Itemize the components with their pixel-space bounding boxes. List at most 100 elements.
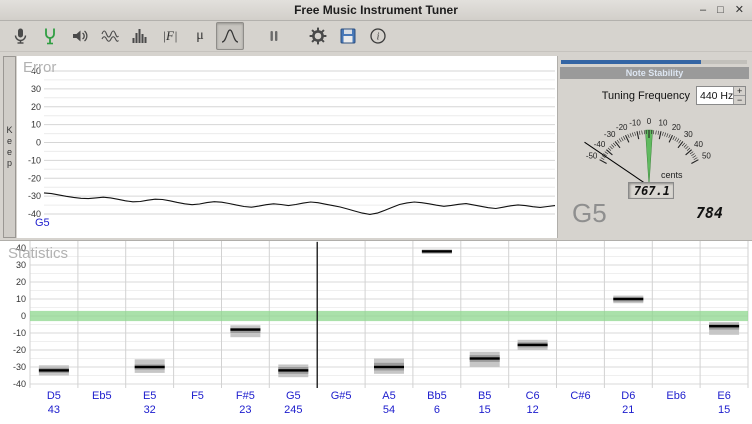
error-current-note: G5: [35, 217, 50, 229]
dial-tick: [605, 152, 608, 154]
y-tick-label: 10: [31, 120, 41, 130]
dial-tick: [600, 160, 607, 164]
dial-tick: [637, 131, 639, 139]
waveform-button[interactable]: [96, 22, 124, 50]
dial-tick: [693, 156, 696, 158]
dial-tick: [658, 131, 659, 135]
y-tick-label: 10: [16, 294, 26, 304]
dial-tick-label: -10: [629, 119, 641, 128]
tuning-frequency-spinbox[interactable]: 440 Hz + −: [696, 86, 746, 105]
y-tick-label: -20: [28, 173, 41, 183]
note-label: Bb5: [427, 390, 447, 402]
speaker-icon: [70, 26, 90, 46]
dial-tick: [610, 146, 613, 149]
window-title: Free Music Instrument Tuner: [0, 3, 752, 17]
dial-tick-label: 40: [694, 140, 703, 149]
keep-button[interactable]: Keep: [3, 56, 16, 238]
note-stability-header: Note Stability: [560, 67, 749, 79]
dial-tick-label: 50: [702, 152, 711, 161]
dial-tick: [669, 134, 671, 138]
note-stability-progress: [561, 60, 747, 64]
note-label: D5: [47, 390, 61, 402]
dial-tick: [662, 132, 663, 136]
y-tick-label: 0: [36, 138, 41, 148]
stat-median-line: [230, 328, 260, 330]
dial-tick-label: 10: [659, 119, 668, 128]
dial-tick: [611, 145, 614, 148]
note-label: E6: [717, 390, 730, 402]
gear-icon: [308, 26, 328, 46]
dial-tick: [615, 141, 620, 147]
mu-icon: μ: [196, 28, 204, 44]
dial-tick-label: -20: [616, 123, 628, 132]
error-plot: 403020100-10-20-30-40ErrorG5: [17, 56, 557, 238]
tuning-frequency-label: Tuning Frequency: [602, 90, 690, 102]
zero-green-band: [30, 311, 748, 321]
y-tick-label: -40: [13, 379, 26, 389]
window-controls: – □ ✕: [700, 0, 744, 20]
tuning-frequency-value[interactable]: 440 Hz: [697, 87, 733, 104]
dial-tick: [694, 158, 698, 160]
microphone-button[interactable]: [6, 22, 34, 50]
note-label: F#5: [236, 390, 255, 402]
stat-median-line: [709, 325, 739, 327]
speaker-button[interactable]: [66, 22, 94, 50]
dial-tick: [673, 136, 675, 140]
y-tick-label: 0: [21, 311, 26, 321]
settings-button[interactable]: [304, 22, 332, 50]
y-tick-label: -20: [13, 345, 26, 355]
bell-curve-button[interactable]: [216, 22, 244, 50]
dial-tick: [617, 140, 619, 143]
harmonics-button[interactable]: [126, 22, 154, 50]
cents-label: cents: [661, 170, 683, 180]
note-label: B5: [478, 390, 491, 402]
keep-button-label: Keep: [5, 125, 15, 169]
dial-tick: [678, 141, 683, 147]
tuning-fork-button[interactable]: [36, 22, 64, 50]
fmit-window: { "window": { "title": "Free Music Instr…: [0, 0, 752, 423]
dial-tick: [601, 158, 605, 160]
stat-median-line: [39, 369, 69, 371]
note-label: C6: [526, 390, 540, 402]
dial-tick-label: 0: [647, 117, 652, 126]
minimize-button[interactable]: –: [700, 0, 706, 20]
count-label: 21: [622, 404, 634, 416]
dial-tick: [686, 150, 692, 155]
count-label: 32: [144, 404, 156, 416]
statistics-mu-button[interactable]: μ: [186, 22, 214, 50]
dial-tick: [639, 131, 640, 135]
pause-button[interactable]: [260, 22, 288, 50]
green-wedge: [645, 130, 652, 186]
dial-tick-label: -30: [604, 130, 616, 139]
stat-median-line: [422, 250, 452, 252]
dial-tick-label: -50: [586, 152, 598, 161]
note-label: D6: [621, 390, 635, 402]
note-label: E5: [143, 390, 156, 402]
dial-tick: [691, 154, 694, 156]
dial-tick: [642, 131, 643, 135]
count-label: 245: [284, 404, 302, 416]
dial-tick: [613, 143, 616, 146]
waveform-icon: [100, 26, 120, 46]
fft-button[interactable]: |F|: [156, 22, 184, 50]
dial-tick: [606, 150, 612, 155]
dial-tick: [691, 160, 698, 164]
dial-tick: [656, 131, 657, 135]
spin-buttons: + −: [733, 87, 745, 104]
y-tick-label: -30: [13, 362, 26, 372]
statistics-panel-title: Statistics: [8, 245, 68, 262]
note-label: F5: [191, 390, 204, 402]
spin-down-button[interactable]: −: [734, 96, 745, 104]
dial-tick: [667, 133, 668, 137]
dial-tick: [686, 146, 689, 149]
maximize-button[interactable]: □: [717, 0, 724, 20]
count-label: 15: [479, 404, 491, 416]
dial-tick: [684, 145, 687, 148]
close-button[interactable]: ✕: [735, 0, 744, 20]
about-button[interactable]: i: [364, 22, 392, 50]
toolbar: |F| μ: [0, 21, 752, 52]
dial-tick: [690, 152, 693, 154]
dial-tick: [665, 133, 666, 137]
save-button[interactable]: [334, 22, 362, 50]
svg-text:i: i: [377, 32, 380, 43]
